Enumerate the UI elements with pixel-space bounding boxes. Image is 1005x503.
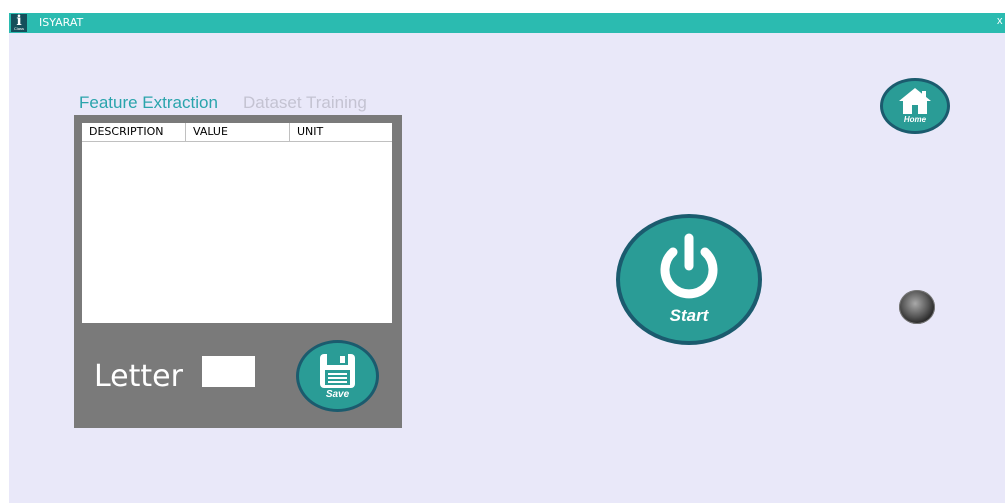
window-title: ISYARAT: [39, 16, 84, 29]
save-button-label: Save: [325, 389, 350, 400]
table-header: DESCRIPTION VALUE UNIT: [82, 123, 392, 142]
start-button[interactable]: Start: [616, 214, 762, 345]
floppy-disk-icon: [320, 354, 355, 388]
column-header-value[interactable]: VALUE: [186, 123, 290, 141]
feature-panel: DESCRIPTION VALUE UNIT Letter Save: [74, 115, 402, 428]
letter-input[interactable]: [202, 356, 255, 387]
app-icon-subtext: Class: [13, 26, 24, 31]
close-button[interactable]: x: [997, 15, 1005, 31]
status-indicator-led: [899, 290, 935, 324]
home-button[interactable]: Home: [880, 78, 950, 134]
feature-table[interactable]: DESCRIPTION VALUE UNIT: [82, 123, 392, 323]
tab-feature-extraction[interactable]: Feature Extraction: [79, 93, 218, 113]
letter-label: Letter: [94, 359, 183, 394]
column-header-unit[interactable]: UNIT: [290, 123, 392, 141]
main-content: Feature Extraction Dataset Training DESC…: [9, 33, 1005, 503]
house-icon: [899, 88, 931, 114]
home-button-label: Home: [903, 115, 927, 124]
title-bar: i Class ISYARAT x: [9, 13, 1005, 33]
save-button[interactable]: Save: [296, 340, 379, 412]
power-icon: [660, 233, 718, 299]
start-button-label: Start: [669, 306, 709, 325]
column-header-description[interactable]: DESCRIPTION: [82, 123, 186, 141]
tab-dataset-training[interactable]: Dataset Training: [243, 93, 367, 113]
app-icon: i Class: [11, 13, 27, 32]
